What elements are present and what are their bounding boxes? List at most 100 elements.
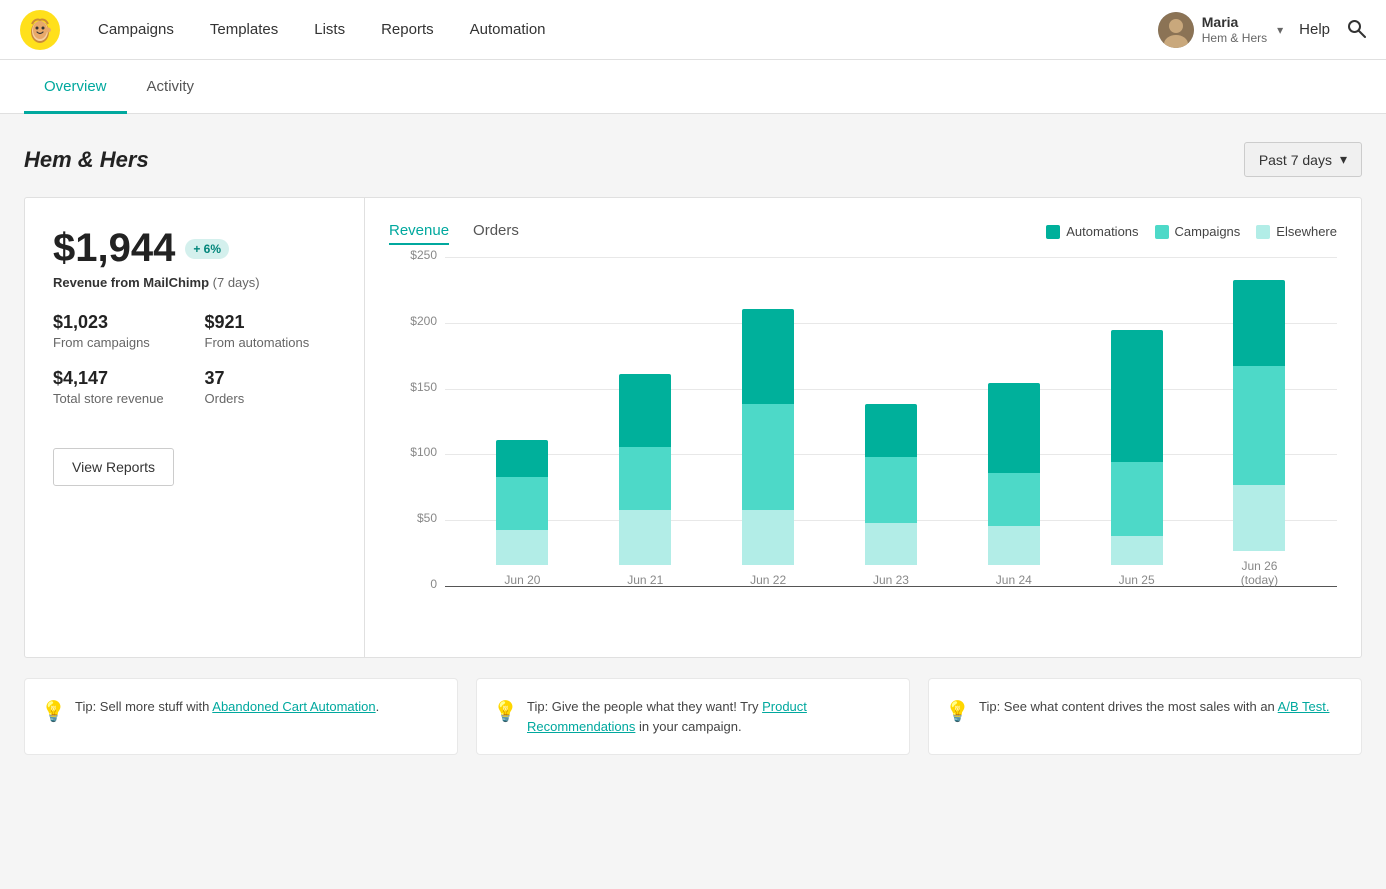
bar-label: Jun 24 bbox=[996, 573, 1032, 587]
orders-count: 37 bbox=[205, 368, 337, 389]
elsewhere-segment bbox=[742, 510, 794, 565]
chart-area: $250 $200 $150 $100 $50 0 Jun 20Jun 21Ju… bbox=[389, 257, 1337, 637]
tip-3-link[interactable]: A/B Test. bbox=[1278, 699, 1330, 714]
automations-segment bbox=[865, 404, 917, 457]
date-range-button[interactable]: Past 7 days ▾ bbox=[1244, 142, 1362, 177]
store-revenue-amount: $4,147 bbox=[53, 368, 185, 389]
right-panel: Revenue Orders Automations Campaigns Els… bbox=[365, 198, 1361, 657]
tabs-bar: Overview Activity bbox=[0, 60, 1386, 114]
page-title: Hem & Hers bbox=[24, 147, 149, 173]
user-menu[interactable]: Maria Hem & Hers ▾ bbox=[1158, 12, 1283, 48]
orders-label: Orders bbox=[205, 391, 337, 406]
tip-1-text-before: Tip: Sell more stuff with bbox=[75, 699, 212, 714]
nav-lists[interactable]: Lists bbox=[296, 0, 363, 60]
bar-group: Jun 23 bbox=[851, 404, 931, 587]
automations-amount: $921 bbox=[205, 312, 337, 333]
tab-overview[interactable]: Overview bbox=[24, 60, 127, 114]
chevron-down-icon: ▾ bbox=[1340, 151, 1347, 168]
campaigns-legend-dot bbox=[1155, 225, 1169, 239]
revenue-label: Revenue from MailChimp (7 days) bbox=[53, 275, 336, 290]
bar-label: Jun 21 bbox=[627, 573, 663, 587]
tip-2-text-after: in your campaign. bbox=[635, 719, 741, 734]
elsewhere-segment bbox=[496, 530, 548, 565]
automations-stat: $921 From automations bbox=[205, 312, 337, 350]
chart-tabs: Revenue Orders Automations Campaigns Els… bbox=[389, 218, 1337, 245]
main-content: Hem & Hers Past 7 days ▾ $1,944 + 6% Rev… bbox=[0, 114, 1386, 889]
chart-legend: Automations Campaigns Elsewhere bbox=[1046, 224, 1337, 239]
tip-card-3: 💡 Tip: See what content drives the most … bbox=[928, 678, 1362, 755]
campaigns-segment bbox=[988, 473, 1040, 526]
nav-campaigns[interactable]: Campaigns bbox=[80, 0, 192, 60]
campaigns-label: From campaigns bbox=[53, 335, 185, 350]
campaigns-segment bbox=[865, 457, 917, 523]
campaigns-stat: $1,023 From campaigns bbox=[53, 312, 185, 350]
bar-group: Jun 21 bbox=[605, 374, 685, 587]
chart-tab-revenue[interactable]: Revenue bbox=[389, 218, 449, 245]
automations-legend-label: Automations bbox=[1066, 224, 1138, 239]
chevron-down-icon: ▾ bbox=[1277, 23, 1283, 37]
bulb-icon-3: 💡 bbox=[945, 697, 970, 727]
orders-stat: 37 Orders bbox=[205, 368, 337, 406]
tip-1-link[interactable]: Abandoned Cart Automation bbox=[212, 699, 375, 714]
user-org: Hem & Hers bbox=[1202, 31, 1267, 47]
campaigns-segment bbox=[496, 477, 548, 530]
navbar: Campaigns Templates Lists Reports Automa… bbox=[0, 0, 1386, 60]
stats-grid: $1,023 From campaigns $921 From automati… bbox=[53, 312, 336, 424]
campaigns-segment bbox=[1111, 462, 1163, 536]
campaigns-segment bbox=[619, 447, 671, 510]
automations-segment bbox=[619, 374, 671, 447]
bar-label: Jun 20 bbox=[504, 573, 540, 587]
content-grid: $1,944 + 6% Revenue from MailChimp (7 da… bbox=[24, 197, 1362, 658]
nav-templates[interactable]: Templates bbox=[192, 0, 296, 60]
bar-label: Jun 23 bbox=[873, 573, 909, 587]
tip-card-1: 💡 Tip: Sell more stuff with Abandoned Ca… bbox=[24, 678, 458, 755]
automations-legend-dot bbox=[1046, 225, 1060, 239]
tip-3-text-before: Tip: See what content drives the most sa… bbox=[979, 699, 1278, 714]
bar-label: Jun 26 (today) bbox=[1241, 559, 1278, 587]
left-panel: $1,944 + 6% Revenue from MailChimp (7 da… bbox=[25, 198, 365, 657]
bar-label: Jun 22 bbox=[750, 573, 786, 587]
nav-reports[interactable]: Reports bbox=[363, 0, 452, 60]
page-header: Hem & Hers Past 7 days ▾ bbox=[24, 142, 1362, 177]
tab-activity[interactable]: Activity bbox=[127, 60, 215, 114]
campaigns-amount: $1,023 bbox=[53, 312, 185, 333]
automations-segment bbox=[988, 383, 1040, 473]
bar-group: Jun 20 bbox=[482, 440, 562, 587]
elsewhere-legend-label: Elsewhere bbox=[1276, 224, 1337, 239]
elsewhere-segment bbox=[1233, 485, 1285, 551]
elsewhere-segment bbox=[988, 526, 1040, 565]
automations-segment bbox=[496, 440, 548, 477]
revenue-badge: + 6% bbox=[185, 239, 229, 259]
help-link[interactable]: Help bbox=[1299, 21, 1330, 38]
bars-container: Jun 20 Jun 21 Jun 22 Jun 23 Jun 24 Jun 25 Jun … bbox=[445, 257, 1337, 587]
elsewhere-segment bbox=[619, 510, 671, 565]
bar-group: Jun 22 bbox=[728, 309, 808, 587]
chart-tab-orders[interactable]: Orders bbox=[473, 218, 519, 245]
legend-elsewhere: Elsewhere bbox=[1256, 224, 1337, 239]
tip-1-text-after: . bbox=[376, 699, 380, 714]
bar-group: Jun 24 bbox=[974, 383, 1054, 587]
mailchimp-logo[interactable] bbox=[20, 10, 60, 50]
store-revenue-stat: $4,147 Total store revenue bbox=[53, 368, 185, 406]
revenue-amount-row: $1,944 + 6% bbox=[53, 226, 336, 271]
nav-automation[interactable]: Automation bbox=[452, 0, 564, 60]
tip-card-2: 💡 Tip: Give the people what they want! T… bbox=[476, 678, 910, 755]
tip-2-text-before: Tip: Give the people what they want! Try bbox=[527, 699, 762, 714]
elsewhere-segment bbox=[1111, 536, 1163, 565]
user-info-text: Maria Hem & Hers bbox=[1202, 13, 1267, 47]
campaigns-segment bbox=[742, 404, 794, 510]
bulb-icon-1: 💡 bbox=[41, 697, 66, 727]
automations-label: From automations bbox=[205, 335, 337, 350]
bar-label: Jun 25 bbox=[1119, 573, 1155, 587]
campaigns-legend-label: Campaigns bbox=[1175, 224, 1241, 239]
store-revenue-label: Total store revenue bbox=[53, 391, 185, 406]
avatar bbox=[1158, 12, 1194, 48]
search-icon[interactable] bbox=[1346, 18, 1366, 41]
automations-segment bbox=[1233, 280, 1285, 366]
date-range-label: Past 7 days bbox=[1259, 152, 1332, 168]
navbar-right: Maria Hem & Hers ▾ Help bbox=[1158, 12, 1366, 48]
campaigns-segment bbox=[1233, 366, 1285, 485]
elsewhere-legend-dot bbox=[1256, 225, 1270, 239]
view-reports-button[interactable]: View Reports bbox=[53, 448, 174, 486]
legend-automations: Automations bbox=[1046, 224, 1138, 239]
